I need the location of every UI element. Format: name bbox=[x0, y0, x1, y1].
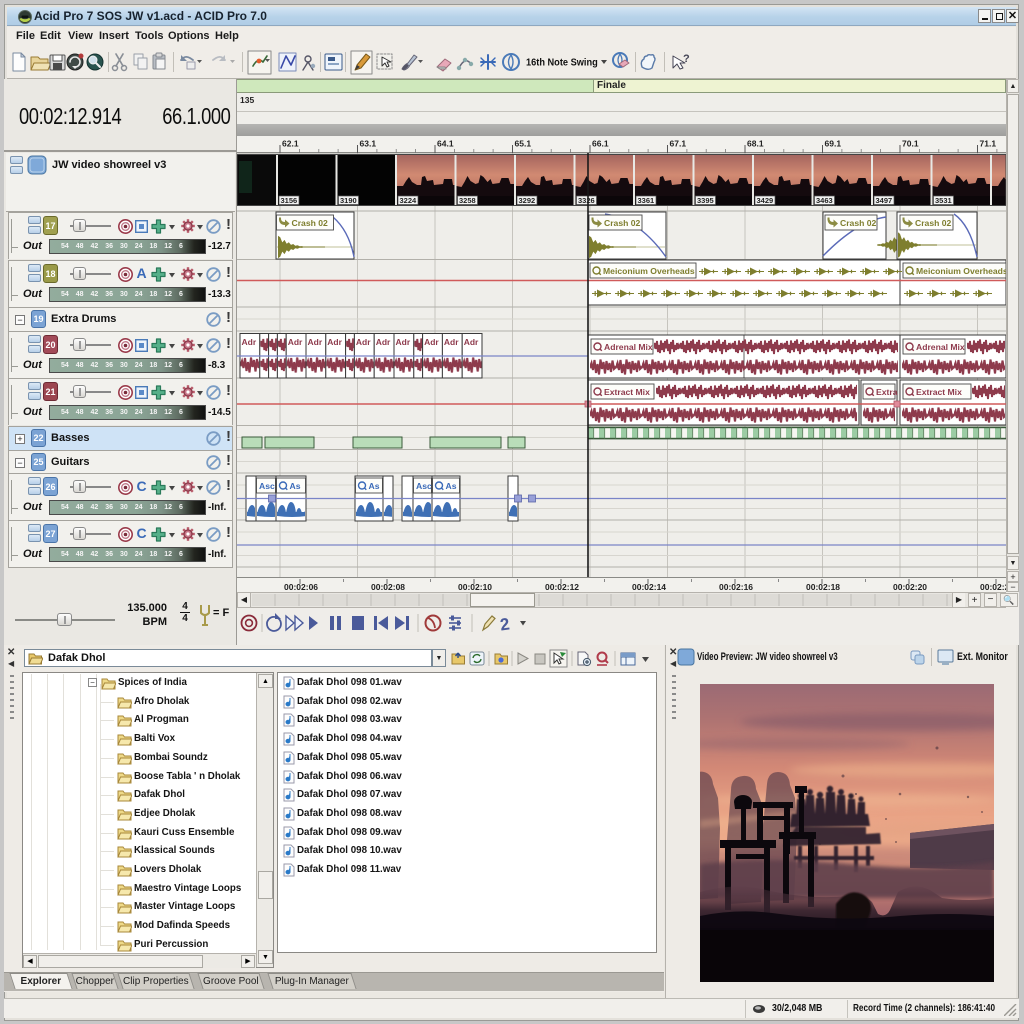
svg-text:Adr: Adr bbox=[356, 337, 371, 347]
svg-text:16th Note Swing: 16th Note Swing bbox=[526, 57, 598, 69]
svg-text:Adrenal Mix: Adrenal Mix bbox=[916, 342, 965, 352]
svg-text:00:02:06: 00:02:06 bbox=[284, 582, 318, 592]
svg-text:Extract Mix: Extract Mix bbox=[604, 387, 650, 397]
svg-text:Adr: Adr bbox=[464, 337, 479, 347]
svg-text:Crash 02: Crash 02 bbox=[604, 218, 641, 228]
svg-text:00:02:08: 00:02:08 bbox=[371, 582, 405, 592]
svg-text:00:02:14: 00:02:14 bbox=[632, 582, 666, 592]
svg-text:Extract Mix: Extract Mix bbox=[916, 387, 962, 397]
svg-text:00:02:20: 00:02:20 bbox=[893, 582, 927, 592]
svg-text:67.1: 67.1 bbox=[670, 139, 687, 149]
svg-text:Crash 02: Crash 02 bbox=[292, 218, 329, 228]
svg-text:As: As bbox=[446, 481, 457, 491]
svg-text:00:02:10: 00:02:10 bbox=[458, 582, 492, 592]
svg-text:62.1: 62.1 bbox=[282, 139, 299, 149]
svg-text:Adr: Adr bbox=[288, 337, 303, 347]
svg-text:3156: 3156 bbox=[281, 196, 298, 205]
svg-text:Adrenal Mix: Adrenal Mix bbox=[604, 342, 653, 352]
svg-text:Adr: Adr bbox=[308, 337, 323, 347]
svg-text:3531: 3531 bbox=[935, 196, 952, 205]
svg-text:3258: 3258 bbox=[459, 196, 476, 205]
svg-text:Adr: Adr bbox=[327, 337, 342, 347]
svg-text:Crash 02: Crash 02 bbox=[915, 218, 952, 228]
svg-text:3395: 3395 bbox=[697, 196, 714, 205]
svg-text:3190: 3190 bbox=[340, 196, 357, 205]
svg-text:65.1: 65.1 bbox=[515, 139, 532, 149]
svg-text:Asc: Asc bbox=[259, 481, 275, 491]
svg-text:71.1: 71.1 bbox=[980, 139, 997, 149]
svg-text:3224: 3224 bbox=[400, 196, 418, 205]
svg-text:00:02:18: 00:02:18 bbox=[806, 582, 840, 592]
svg-text:00:02:2: 00:02:2 bbox=[980, 582, 1006, 592]
svg-text:3429: 3429 bbox=[757, 196, 774, 205]
svg-text:Meiconium Overheads: Meiconium Overheads bbox=[916, 266, 1006, 276]
svg-text:?: ? bbox=[683, 53, 690, 65]
svg-text:As: As bbox=[290, 481, 301, 491]
svg-text:3361: 3361 bbox=[638, 196, 655, 205]
svg-text:66.1: 66.1 bbox=[592, 139, 609, 149]
svg-text:00:02:12: 00:02:12 bbox=[545, 582, 579, 592]
svg-text:00:02:16: 00:02:16 bbox=[719, 582, 753, 592]
svg-text:Adr: Adr bbox=[444, 337, 459, 347]
svg-text:3292: 3292 bbox=[519, 196, 536, 205]
svg-text:Asc: Asc bbox=[416, 481, 432, 491]
svg-text:69.1: 69.1 bbox=[825, 139, 842, 149]
svg-text:Adr: Adr bbox=[396, 337, 411, 347]
svg-text:Adr: Adr bbox=[242, 337, 257, 347]
svg-text:3497: 3497 bbox=[876, 196, 893, 205]
svg-text:Extra: Extra bbox=[876, 387, 898, 397]
svg-text:70.1: 70.1 bbox=[902, 139, 919, 149]
svg-text:As: As bbox=[369, 481, 380, 491]
svg-text:Crash 02: Crash 02 bbox=[840, 218, 877, 228]
svg-text:3463: 3463 bbox=[816, 196, 833, 205]
svg-text:Adr: Adr bbox=[424, 337, 439, 347]
svg-text:63.1: 63.1 bbox=[360, 139, 377, 149]
svg-text:64.1: 64.1 bbox=[437, 139, 454, 149]
svg-text:68.1: 68.1 bbox=[747, 139, 764, 149]
svg-text:Meiconium Overheads: Meiconium Overheads bbox=[603, 266, 695, 276]
svg-text:2: 2 bbox=[499, 614, 511, 634]
svg-text:Adr: Adr bbox=[376, 337, 391, 347]
svg-text:3326: 3326 bbox=[578, 196, 595, 205]
